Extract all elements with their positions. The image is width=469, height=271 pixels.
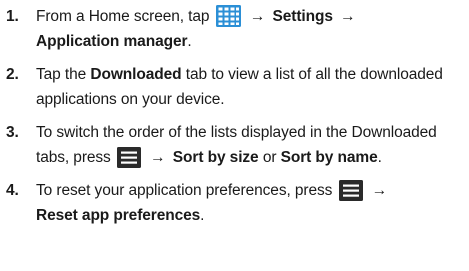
step-text: or <box>262 149 277 166</box>
application-manager-label: Application manager <box>36 33 188 50</box>
step-4: 4. To reset your application preferences… <box>6 178 463 228</box>
step-3: 3. To switch the order of the lists disp… <box>6 120 463 170</box>
step-number: 1. <box>6 8 19 25</box>
instruction-page: 1. From a Home screen, tap → Settings → … <box>0 0 469 271</box>
step-text: Tap the <box>36 66 87 83</box>
step-1: 1. From a Home screen, tap → Settings → … <box>6 4 463 54</box>
arrow-icon: → <box>249 8 266 25</box>
step-number: 4. <box>6 182 19 199</box>
step-number: 2. <box>6 66 19 83</box>
apps-grid-icon <box>215 5 241 27</box>
downloaded-tab-label: Downloaded <box>90 66 182 83</box>
period: . <box>187 33 192 50</box>
step-text: From a Home screen, tap <box>36 8 210 25</box>
sort-by-size-label: Sort by size <box>172 149 259 166</box>
period: . <box>377 149 382 166</box>
reset-app-preferences-label: Reset app preferences <box>36 207 201 224</box>
arrow-icon: → <box>340 8 356 25</box>
step-number: 3. <box>6 124 19 141</box>
steps-list: 1. From a Home screen, tap → Settings → … <box>6 4 463 228</box>
menu-icon <box>116 147 141 168</box>
period: . <box>200 207 205 224</box>
arrow-icon: → <box>150 149 166 166</box>
menu-icon <box>338 180 363 201</box>
settings-label: Settings <box>272 8 333 25</box>
step-2: 2. Tap the Downloaded tab to view a list… <box>6 62 463 112</box>
step-text: To reset your application preferences, p… <box>36 182 333 199</box>
arrow-icon: → <box>371 182 388 199</box>
sort-by-name-label: Sort by name <box>280 149 378 166</box>
